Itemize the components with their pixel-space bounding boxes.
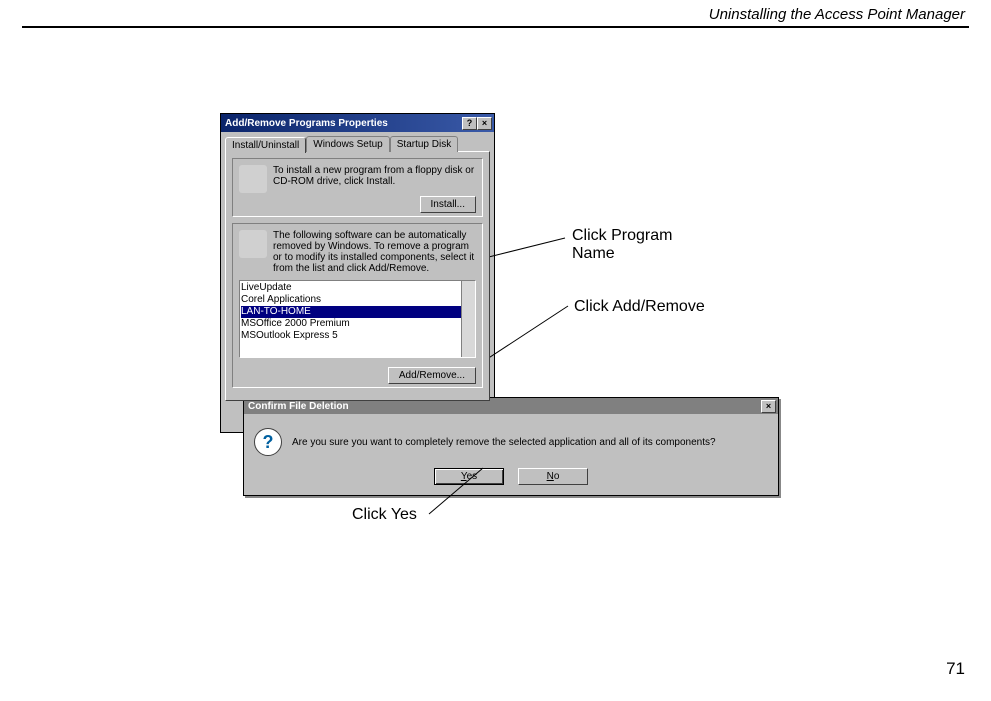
close-button[interactable]: × <box>477 117 492 130</box>
add-remove-button[interactable]: Add/Remove... <box>388 367 476 384</box>
remove-icon <box>239 230 267 258</box>
list-item-selected[interactable]: LAN-TO-HOME <box>241 306 474 318</box>
tab-pane: To install a new program from a floppy d… <box>225 151 490 401</box>
install-icon <box>239 165 267 193</box>
program-list[interactable]: LiveUpdate Corel Applications LAN-TO-HOM… <box>239 280 476 358</box>
install-text: To install a new program from a floppy d… <box>273 165 476 187</box>
close-button[interactable]: × <box>761 400 776 413</box>
win2-title: Confirm File Deletion <box>248 401 349 412</box>
win1-title: Add/Remove Programs Properties <box>225 118 388 129</box>
annotation-lines <box>0 0 991 701</box>
annotation-click-yes: Click Yes <box>352 506 417 524</box>
tab-windows-setup[interactable]: Windows Setup <box>306 136 389 152</box>
list-item[interactable]: LiveUpdate <box>241 282 474 294</box>
annotation-click-program-name: Click Program Name <box>572 227 672 263</box>
tab-install-uninstall[interactable]: Install/Uninstall <box>225 137 306 153</box>
confirm-deletion-dialog: Confirm File Deletion × ? Are you sure y… <box>243 397 779 496</box>
help-button[interactable]: ? <box>462 117 477 130</box>
list-item[interactable]: Corel Applications <box>241 294 474 306</box>
question-icon: ? <box>254 428 282 456</box>
page-header: Uninstalling the Access Point Manager <box>709 6 965 23</box>
win1-titlebar[interactable]: Add/Remove Programs Properties ? × <box>221 114 494 132</box>
list-scrollbar[interactable] <box>461 281 475 357</box>
tab-startup-disk[interactable]: Startup Disk <box>390 136 458 152</box>
header-rule <box>22 26 969 28</box>
list-item[interactable]: MSOffice 2000 Premium <box>241 318 474 330</box>
add-remove-programs-window: Add/Remove Programs Properties ? × Insta… <box>220 113 495 433</box>
annotation-click-add-remove: Click Add/Remove <box>574 298 705 316</box>
remove-text: The following software can be automatica… <box>273 230 476 274</box>
install-button[interactable]: Install... <box>420 196 476 213</box>
list-item[interactable]: MSOutlook Express 5 <box>241 330 474 342</box>
confirm-message: Are you sure you want to completely remo… <box>292 437 716 448</box>
yes-button[interactable]: Yes <box>434 468 504 485</box>
page-number: 71 <box>946 659 965 679</box>
no-button[interactable]: No <box>518 468 588 485</box>
